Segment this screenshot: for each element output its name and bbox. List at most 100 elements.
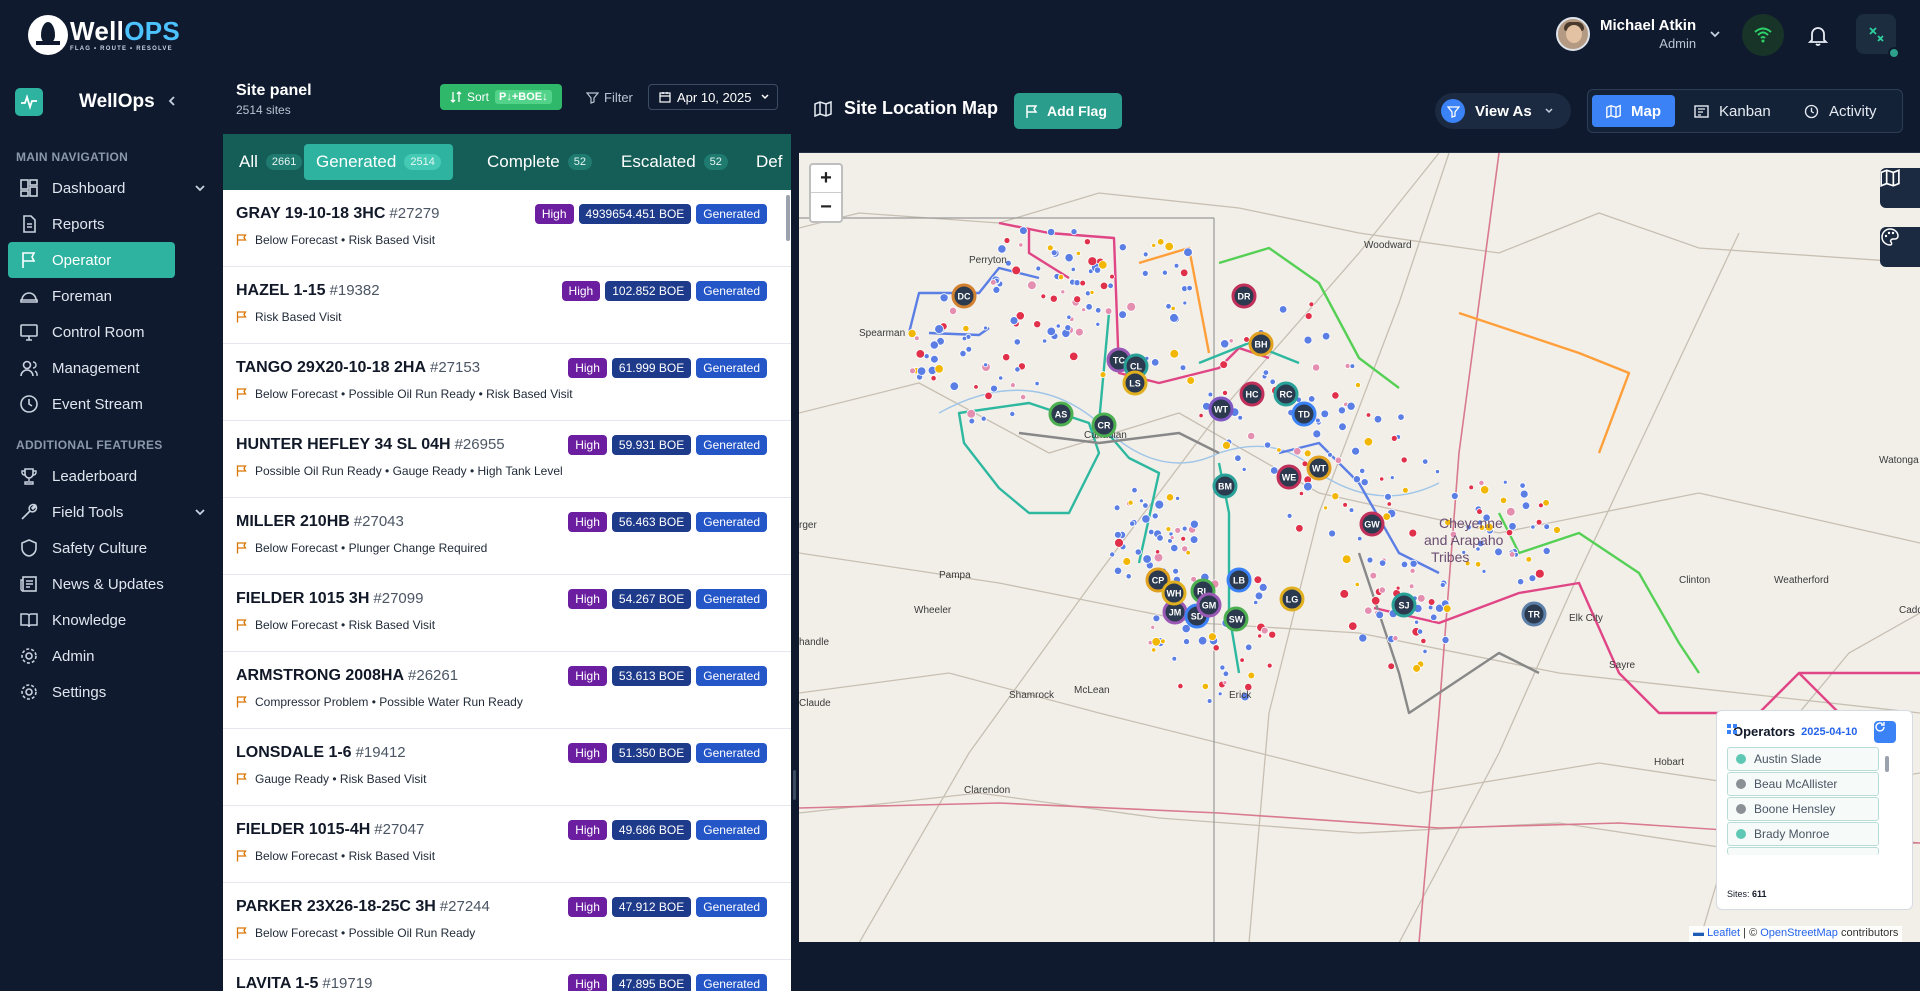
site-row[interactable]: LONSDALE 1-6 #19412 High 51.350 BOE Generate… [223,729,791,806]
site-row[interactable]: GRAY 19-10-18 3HC #27279 High 4939654.451 B… [223,190,791,267]
sidebar-item-safety-culture[interactable]: Safety Culture [8,530,215,566]
osm-link[interactable]: OpenStreetMap [1760,927,1838,939]
leaflet-link[interactable]: Leaflet [1707,927,1740,939]
site-row[interactable]: FIELDER 1015 3H #27099 High 54.267 BOE Gener… [223,575,791,652]
map-style-button[interactable] [1880,227,1920,267]
site-dot [1085,303,1093,311]
view-map-button[interactable]: Map [1592,95,1675,127]
book-icon [17,608,41,632]
chevron-left-icon[interactable] [165,94,179,108]
operator-item[interactable]: Austin Slade [1727,747,1879,771]
operator-item-partial [1727,847,1879,855]
site-dot [1127,499,1134,506]
sidebar-item-news[interactable]: News & Updates [8,566,215,602]
zoom-in-button[interactable]: + [811,165,841,193]
site-dot [1408,528,1418,538]
sidebar-item-event-stream[interactable]: Event Stream [8,386,215,422]
add-flag-button[interactable]: Add Flag [1014,93,1122,129]
site-dot [1107,282,1114,289]
site-dot [948,306,958,315]
site-dot [1519,482,1526,489]
sidebar-item-field-tools[interactable]: Field Tools [8,494,215,530]
site-row[interactable]: FIELDER 1015-4H #27047 High 49.686 BOE Gener… [223,806,791,883]
tab-escalated[interactable]: Escalated 52 [609,144,740,180]
site-reasons: Gauge Ready • Risk Based Visit [236,772,426,786]
connection-status-button[interactable] [1742,14,1784,56]
zoom-out-button[interactable]: − [811,193,841,221]
site-list-scrollbar[interactable] [786,195,790,241]
site-dot [1170,543,1179,553]
operator-marker-label: DR [1238,292,1251,302]
site-dot [1530,524,1536,530]
site-dot [1502,479,1508,485]
operator-item[interactable]: Beau McAllister [1727,772,1879,796]
site-dot [1049,294,1058,303]
sidebar-item-operator[interactable]: Operator [8,242,175,278]
site-row[interactable]: LAVITA 1-5 #19719 High 47.895 BOE Generated [223,960,791,991]
site-dot [965,346,973,353]
sidebar-item-admin[interactable]: Admin [8,638,215,674]
site-dot [1081,307,1087,313]
sidebar-item-control-room[interactable]: Control Room [8,314,215,350]
site-row[interactable]: MILLER 210HB #27043 High 56.463 BOE Generate… [223,498,791,575]
site-dot [1206,698,1213,704]
operator-item[interactable]: Boone Hensley [1727,797,1879,821]
site-dot [1371,596,1381,606]
operator-item[interactable]: Brady Monroe [1727,822,1879,846]
status-badge: Generated [696,204,767,224]
tab-count: 52 [567,154,593,170]
site-row[interactable]: PARKER 23X26-18-25C 3H #27244 High 47.912 B… [223,883,791,960]
sidebar-item-label: Leaderboard [52,467,138,485]
refresh-button[interactable] [1874,721,1896,743]
site-row[interactable]: ARMSTRONG 2008HA #26261 High 53.613 BOE Gene… [223,652,791,729]
operators-scrollbar[interactable] [1885,756,1889,772]
place-label: Perryton [969,255,1007,266]
site-dot [1055,323,1061,329]
place-label: McLean [1074,685,1110,696]
site-row[interactable]: HAZEL 1-15 #19382 High 102.852 BOE Generated… [223,267,791,344]
site-dot [1400,560,1409,569]
attribution-end: contributors [1837,927,1899,939]
filter-button[interactable]: Filter [586,85,633,109]
user-menu[interactable]: Michael Atkin Admin [1556,17,1722,51]
site-dot [1219,360,1229,369]
site-id: #19412 [355,744,406,761]
site-reasons: Below Forecast • Possible Oil Run Ready [236,926,475,940]
flag-icon [236,773,247,785]
status-badge: Generated [696,435,767,455]
view-activity-button[interactable]: Activity [1790,95,1898,127]
pulse-icon [15,88,43,116]
sidebar-item-reports[interactable]: Reports [8,206,215,242]
sidebar-item-knowledge[interactable]: Knowledge [8,602,215,638]
tab-all[interactable]: All 2661 [227,144,314,180]
site-row[interactable]: TANGO 29X20-10-18 2HA #27153 High 61.999 BO… [223,344,791,421]
sort-button[interactable]: Sort P↓+BOE↓ [440,84,562,110]
tab-deferred[interactable]: Def [744,144,791,180]
date-picker[interactable]: Apr 10, 2025 [648,84,778,110]
site-dot [915,349,926,359]
filter-icon [586,91,599,104]
site-dot [1348,621,1358,631]
sidebar-item-management[interactable]: Management [8,350,215,386]
operator-marker-label: AS [1055,410,1068,420]
sidebar-item-settings[interactable]: Settings [8,674,215,710]
site-dot [1177,682,1184,690]
site-row[interactable]: HUNTER HEFLEY 34 SL 04H #26955 High 59.931 … [223,421,791,498]
view-as-dropdown[interactable]: View As [1435,93,1571,129]
view-kanban-button[interactable]: Kanban [1680,95,1778,127]
sidebar-item-dashboard[interactable]: Dashboard [8,170,215,206]
logo-name-part2: OPS [124,16,180,46]
notifications-button[interactable] [1797,14,1839,56]
map-layers-button[interactable] [1880,168,1920,208]
site-reasons: Risk Based Visit [236,310,341,324]
tab-generated[interactable]: Generated 2514 [304,144,453,180]
sidebar-item-foreman[interactable]: Foreman [8,278,215,314]
site-map[interactable]: WoodwardPerrytonSpearmanCanadianWatongaC… [799,152,1920,942]
sidebar-item-leaderboard[interactable]: Leaderboard [8,458,215,494]
app-logo[interactable]: WellOPS FLAG • ROUTE • RESOLVE [28,15,180,55]
site-dot [1247,431,1256,441]
panel-resize-handle[interactable] [791,70,799,991]
tab-complete[interactable]: Complete 52 [475,144,604,180]
site-dot [1109,551,1116,558]
site-dot [980,415,987,422]
